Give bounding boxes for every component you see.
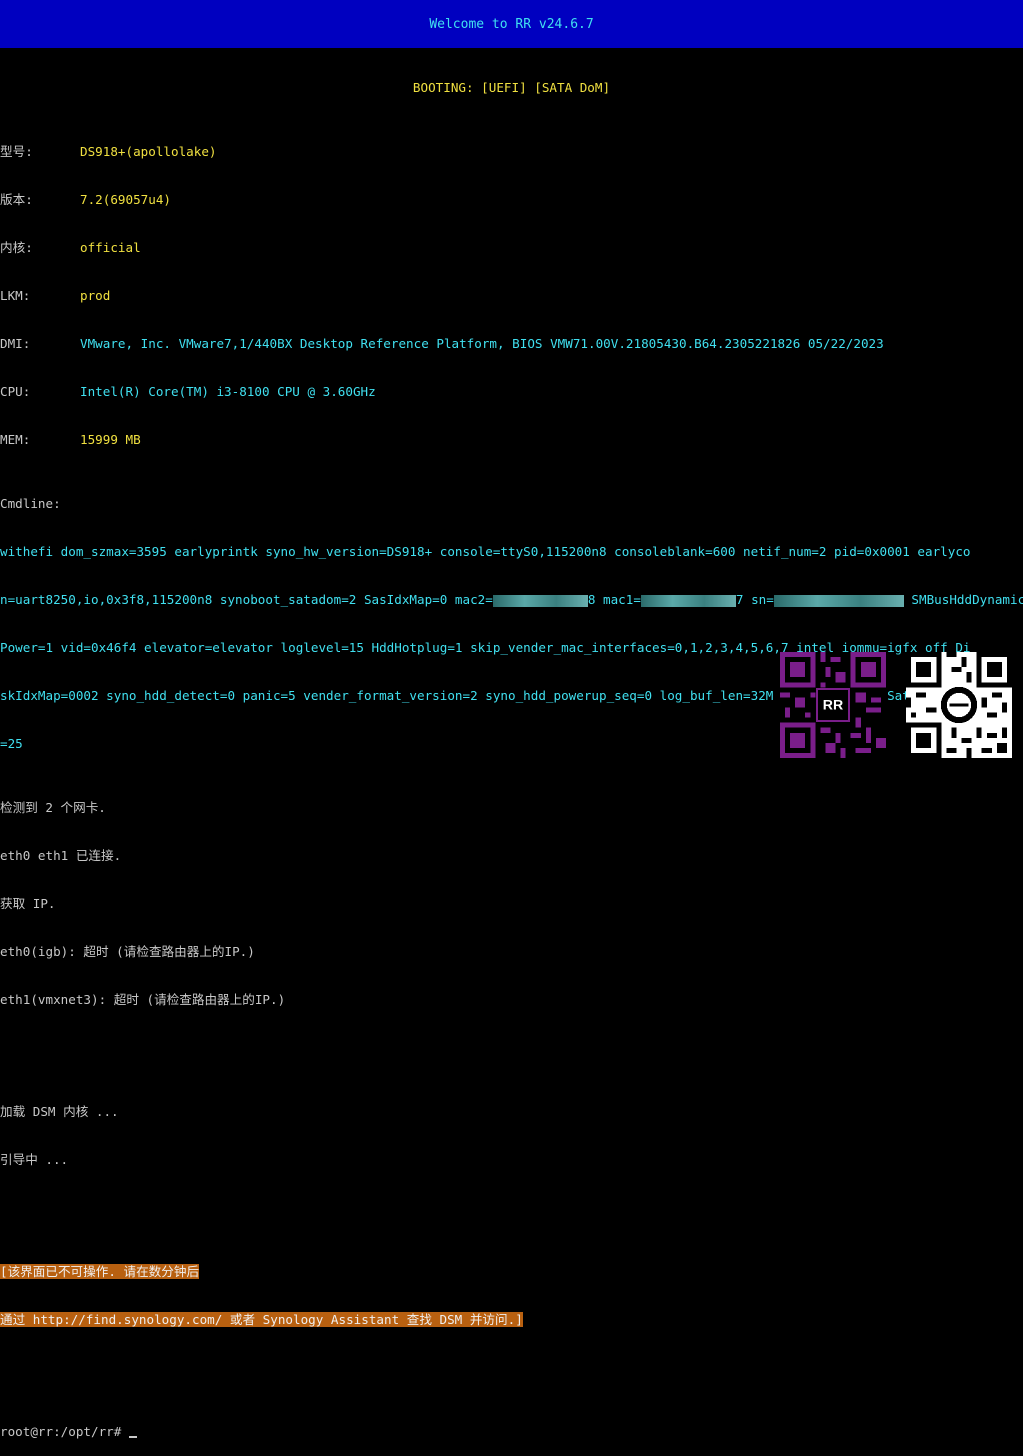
- cmdline-label: Cmdline:: [0, 496, 61, 511]
- cmdline-part: SMBusHddDynamic: [903, 592, 1023, 607]
- info-value: 7.2(69057u4): [80, 192, 171, 207]
- shell-prompt-line[interactable]: root@rr:/opt/rr#: [0, 1424, 1023, 1440]
- network-line: 获取 IP.: [0, 896, 56, 911]
- info-value: Intel(R) Core(TM) i3-8100 CPU @ 3.60GHz: [80, 384, 376, 399]
- title-text: Welcome to RR v24.6.7: [429, 16, 594, 32]
- info-value: official: [80, 240, 141, 255]
- network-line: eth1(vmxnet3): 超时 (请检查路由器上的IP.): [0, 992, 286, 1007]
- shell-prompt: root@rr:/opt/rr#: [0, 1424, 122, 1439]
- text-cursor: [128, 1436, 137, 1438]
- redacted-sn: [773, 594, 904, 607]
- info-key: MEM:: [0, 432, 31, 447]
- cmdline-line: withefi dom_szmax=3595 earlyprintk syno_…: [0, 544, 971, 559]
- info-value: prod: [80, 288, 111, 303]
- cmdline-line: n=uart8250,io,0x3f8,115200n8 synoboot_sa…: [0, 592, 1023, 608]
- redacted-mac1: [640, 594, 736, 607]
- loading-line: 加载 DSM 内核 ...: [0, 1104, 119, 1119]
- qr-logo-text: RR: [823, 697, 843, 713]
- info-key: 型号:: [0, 144, 33, 159]
- network-line: eth0(igb): 超时 (请检查路由器上的IP.): [0, 944, 255, 959]
- network-line: 检测到 2 个网卡.: [0, 800, 106, 815]
- cmdline-part: 7 sn=: [735, 592, 774, 607]
- cmdline-part: 8 mac1=: [587, 592, 641, 607]
- info-version: 版本: 7.2(69057u4): [0, 192, 1023, 208]
- qr-code-icon: [906, 652, 1012, 758]
- info-key: LKM:: [0, 288, 31, 303]
- info-key: 内核:: [0, 240, 33, 255]
- info-dmi: DMI: VMware, Inc. VMware7,1/440BX Desktop…: [0, 336, 1023, 352]
- info-kernel: 内核: official: [0, 240, 1023, 256]
- notice-text: 通过 http://find.synology.com/ 或者 Synology…: [0, 1312, 523, 1327]
- info-model: 型号: DS918+(apollolake): [0, 144, 1023, 160]
- info-lkm: LKM: prod: [0, 288, 1023, 304]
- redacted-mac2: [492, 594, 588, 607]
- loading-line: 引导中 ...: [0, 1152, 69, 1167]
- qr-code-rr-graphic: RR: [780, 652, 886, 758]
- qr-code-rr-icon: RR: [780, 652, 886, 758]
- info-mem: MEM: 15999 MB: [0, 432, 1023, 448]
- notice-line: 通过 http://find.synology.com/ 或者 Synology…: [0, 1312, 1023, 1328]
- info-key: DMI:: [0, 336, 31, 351]
- info-value: DS918+(apollolake): [80, 144, 217, 159]
- info-key: 版本:: [0, 192, 33, 207]
- notice-line: [该界面已不可操作. 请在数分钟后: [0, 1264, 1023, 1280]
- qr-code-graphic: [906, 652, 1012, 758]
- info-value: VMware, Inc. VMware7,1/440BX Desktop Ref…: [80, 336, 884, 351]
- info-key: CPU:: [0, 384, 31, 399]
- title-bar: Welcome to RR v24.6.7: [0, 0, 1023, 48]
- booting-line: BOOTING: [UEFI] [SATA DoM]: [412, 80, 611, 95]
- cmdline-part: n=uart8250,io,0x3f8,115200n8 synoboot_sa…: [0, 592, 493, 607]
- network-line: eth0 eth1 已连接.: [0, 848, 122, 863]
- info-value: 15999 MB: [80, 432, 141, 447]
- notice-text: [该界面已不可操作. 请在数分钟后: [0, 1264, 200, 1279]
- info-cpu: CPU: Intel(R) Core(TM) i3-8100 CPU @ 3.60…: [0, 384, 1023, 400]
